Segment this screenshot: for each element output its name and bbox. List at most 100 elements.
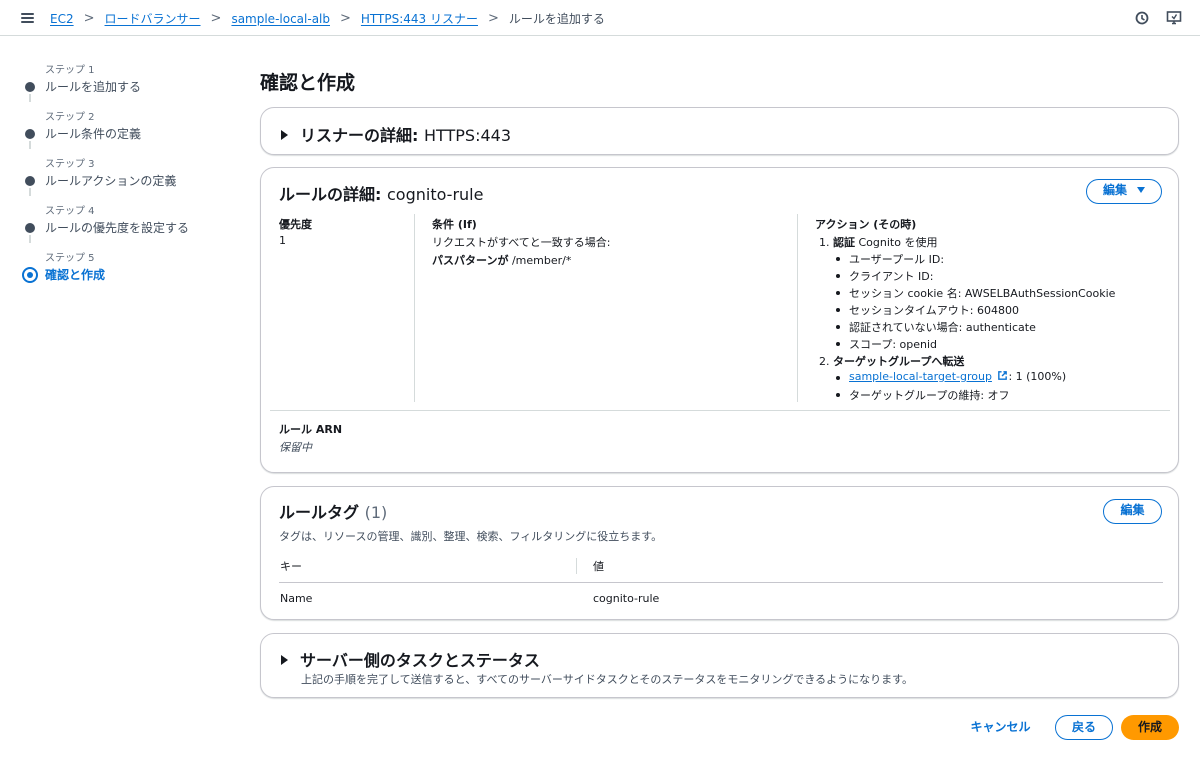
section-title: ルールタグ	[279, 503, 360, 522]
column-header-value: 値	[593, 560, 604, 573]
display-settings-icon[interactable]	[1166, 10, 1182, 26]
step-indicator	[25, 223, 35, 233]
step-label: ルールアクションの定義	[45, 174, 177, 188]
external-link-icon[interactable]	[997, 370, 1008, 381]
breadcrumb-current: ルールを追加する	[508, 12, 605, 26]
rule-details-section: ルールの詳細: cognito-rule 編集 優先度 1 条件 (If) リク…	[260, 167, 1179, 473]
rule-arn-label: ルール ARN	[279, 423, 343, 436]
step-indicator	[25, 82, 35, 92]
server-tasks-header[interactable]: サーバー側のタスクとステータス	[281, 647, 540, 671]
step-indicator	[25, 129, 35, 139]
listener-details-section[interactable]: リスナーの詳細: HTTPS:443	[260, 107, 1179, 155]
step-label: ルール条件の定義	[45, 127, 142, 141]
step-number: ステップ 3	[45, 159, 95, 170]
wizard-step-1[interactable]: ステップ 1 ルールを追加する	[0, 61, 240, 101]
edit-tags-button[interactable]: 編集	[1103, 499, 1162, 524]
notifications-icon[interactable]	[1134, 10, 1150, 26]
action-1-detail: ユーザープール ID:	[849, 253, 945, 266]
list-number: 2.	[819, 355, 830, 368]
section-title: リスナーの詳細:	[300, 126, 419, 145]
step-number: ステップ 4	[45, 206, 95, 217]
rule-details-header: ルールの詳細: cognito-rule	[279, 181, 483, 205]
step-indicator-current	[22, 267, 38, 283]
bullet	[836, 308, 840, 312]
back-button[interactable]: 戻る	[1055, 715, 1113, 740]
target-weight: : 1 (100%)	[1008, 370, 1067, 383]
step-label: ルールを追加する	[45, 80, 142, 94]
bullet	[836, 274, 840, 278]
rule-tags-section: ルールタグ (1) 編集 タグは、リソースの管理、識別、整理、検索、フィルタリン…	[260, 486, 1179, 620]
condition-label: 条件 (If)	[432, 218, 477, 231]
target-group-link[interactable]: sample-local-target-group	[849, 370, 992, 383]
condition-value: /member/*	[511, 254, 572, 267]
bullet	[836, 393, 840, 397]
column-header-key: キー	[280, 560, 302, 573]
menu-icon[interactable]	[21, 13, 34, 23]
breadcrumb-ec2[interactable]: EC2	[50, 12, 74, 26]
tag-key: Name	[280, 592, 313, 605]
condition-text: リクエストがすべてと一致する場合:	[432, 236, 611, 249]
section-title: ルールの詳細:	[279, 185, 382, 204]
server-tasks-description: 上記の手順を完了して送信すると、すべてのサーバーサイドタスクとそのステータスをモ…	[301, 673, 914, 686]
edit-dropdown-button[interactable]: 編集	[1086, 179, 1162, 204]
list-number: 1.	[819, 236, 830, 249]
action-type: 認証	[833, 236, 855, 249]
rule-name: cognito-rule	[386, 185, 484, 204]
breadcrumb-separator: >	[488, 11, 499, 26]
server-tasks-section[interactable]: サーバー側のタスクとステータス 上記の手順を完了して送信すると、すべてのサーバー…	[260, 633, 1179, 698]
action-1-detail: クライアント ID:	[849, 270, 934, 283]
tags-description: タグは、リソースの管理、識別、整理、検索、フィルタリングに役立ちます。	[279, 530, 663, 543]
action-2: 2. ターゲットグループへ転送	[819, 353, 964, 369]
listener-details-header[interactable]: リスナーの詳細: HTTPS:443	[281, 122, 511, 146]
bullet	[836, 291, 840, 295]
edit-label: 編集	[1102, 183, 1127, 197]
tag-value: cognito-rule	[593, 592, 660, 605]
breadcrumb-listener[interactable]: HTTPS:443 リスナー	[361, 10, 478, 27]
wizard-step-2[interactable]: ステップ 2 ルール条件の定義	[0, 108, 240, 148]
step-label: ルールの優先度を設定する	[45, 221, 190, 235]
divider	[270, 410, 1170, 411]
column-divider	[414, 214, 415, 402]
step-number: ステップ 2	[45, 112, 95, 123]
step-number: ステップ 5	[45, 253, 95, 264]
cancel-button[interactable]: キャンセル	[958, 715, 1043, 740]
section-title: サーバー側のタスクとステータス	[300, 651, 540, 670]
step-number: ステップ 1	[45, 65, 95, 76]
step-label: 確認と作成	[45, 268, 106, 282]
caret-right-icon	[281, 655, 288, 665]
tag-count: (1)	[364, 503, 388, 522]
column-divider	[797, 214, 798, 402]
action-1-detail: セッションタイムアウト: 604800	[849, 304, 1019, 317]
condition-type: パスパターンが	[432, 254, 509, 267]
action-type: ターゲットグループへ転送	[833, 355, 965, 368]
breadcrumb: EC2 > ロードバランサー > sample-local-alb > HTTP…	[50, 10, 605, 27]
action-1-detail: 認証されていない場合: authenticate	[849, 321, 1036, 334]
breadcrumb-separator: >	[83, 11, 95, 26]
action-description: Cognito を使用	[858, 236, 938, 249]
wizard-step-3[interactable]: ステップ 3 ルールアクションの定義	[0, 155, 240, 195]
action-1-detail: スコープ: openid	[849, 338, 938, 351]
priority-label: 優先度	[279, 218, 312, 231]
create-button[interactable]: 作成	[1121, 715, 1179, 740]
listener-protocol-port: HTTPS:443	[423, 126, 512, 145]
rule-tags-header: ルールタグ (1)	[279, 499, 387, 523]
priority-value: 1	[279, 234, 286, 247]
condition-path-pattern: パスパターンが /member/*	[432, 252, 571, 268]
page-title: 確認と作成	[260, 72, 356, 94]
breadcrumb-load-balancer[interactable]: sample-local-alb	[231, 12, 330, 26]
bullet	[836, 257, 840, 261]
action-label: アクション (その時)	[815, 218, 917, 231]
action-2-target: sample-local-target-group : 1 (100%)	[849, 370, 1066, 383]
action-1-detail: セッション cookie 名: AWSELBAuthSessionCookie	[849, 287, 1116, 300]
top-navigation-bar: EC2 > ロードバランサー > sample-local-alb > HTTP…	[0, 0, 1200, 36]
caret-right-icon	[281, 130, 288, 140]
bullet	[836, 376, 840, 380]
step-indicator	[25, 176, 35, 186]
column-divider	[576, 558, 577, 574]
breadcrumb-separator: >	[340, 11, 351, 26]
table-header-divider	[279, 582, 1163, 583]
breadcrumb-separator: >	[210, 11, 222, 26]
wizard-step-4[interactable]: ステップ 4 ルールの優先度を設定する	[0, 202, 240, 242]
breadcrumb-load-balancers[interactable]: ロードバランサー	[105, 10, 201, 27]
bullet	[836, 342, 840, 346]
